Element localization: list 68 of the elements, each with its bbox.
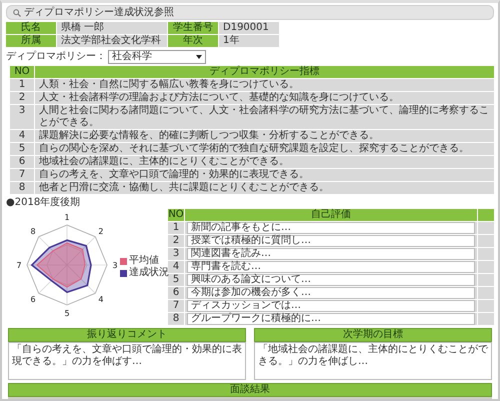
table-cell: 2 (168, 235, 184, 247)
table-cell: 7 (10, 169, 34, 181)
caret-icon (196, 55, 202, 59)
section-header: 振り返りコメント (8, 328, 246, 342)
table-cell: 自らの関心を深め、それに基づいて学術的で独自な研究課題を設定し、探究することができる。 (35, 143, 494, 155)
table-cell: 4 (168, 261, 184, 273)
select-label: ディプロマポリシー： (6, 51, 106, 63)
axis-label: 5 (64, 309, 70, 318)
field-label: 氏名 (6, 22, 56, 34)
axis-label: 3 (112, 261, 118, 270)
column-header (478, 209, 494, 221)
table-cell: 8 (10, 182, 34, 194)
table-cell: 4 (10, 130, 34, 142)
policy-select[interactable]: 社会科学 (108, 50, 206, 64)
table-cell: 地域社会の諸課題に、主体的にとりくむことができる。 (35, 156, 494, 168)
table-cell: 人間と社会に関わる諸問題について、人文・社会諸科学の研究方法に基づいて、論理的に考察することができる。 (35, 105, 494, 129)
axis-label: 7 (16, 261, 22, 270)
field-label: 年次 (168, 35, 218, 47)
column-header: 自己評価 (185, 209, 477, 221)
field-value: 1年 (219, 35, 279, 47)
legend-label: 平均値 (129, 255, 159, 266)
comment-field[interactable]: 「自らの考えを、文章や口頭で論理的・効果的に表現できる。」の力を伸ばす… (8, 342, 246, 380)
table-cell: 3 (168, 248, 184, 260)
table-cell: 1 (168, 222, 184, 234)
field-value: 法文学部社会文化学科 (57, 35, 167, 47)
column-header: NO (10, 66, 34, 78)
axis-label: 4 (98, 294, 104, 304)
field-label: 所属 (6, 35, 56, 47)
table-cell: 1 (10, 79, 34, 91)
column-header: NO (168, 209, 184, 221)
input-field[interactable]: 今期は参加の機会が多く… (187, 287, 475, 299)
section-header: 面談結果 (8, 383, 492, 397)
table-cell: 2 (10, 92, 34, 104)
section-header: 次学期の目標 (254, 328, 492, 342)
axis-label: 6 (30, 294, 36, 304)
comment-field[interactable]: 「地域社会の諸課題に、主体的にとりくむことができる。」の力を伸ばし… (254, 342, 492, 380)
legend-label: 達成状況 (129, 267, 169, 279)
input-field[interactable]: 興味のある論文について… (187, 274, 475, 286)
table-cell: 3 (10, 105, 34, 129)
table-cell: 6 (168, 287, 184, 299)
axis-label: 8 (30, 227, 36, 236)
field-value: D190001 (219, 22, 279, 34)
window-title: ディプロマポリシー達成状況参照 (24, 6, 174, 18)
term-label: ●2018年度後期 (6, 197, 82, 209)
table-cell: 5 (10, 143, 34, 155)
table-cell: 自らの考えを、文章や口頭で論理的・効果的に表現できる。 (35, 169, 494, 181)
input-field[interactable]: 専門書を読む… (187, 261, 475, 273)
axis-label: 2 (98, 227, 104, 236)
input-field[interactable]: グループワークに積極的に… (187, 313, 475, 325)
table-cell: 6 (10, 156, 34, 168)
table-cell: 人文・社会諸科学の理論および方法について、基礎的な知識を身につけている。 (35, 92, 494, 104)
achievement-area (30, 239, 92, 294)
table-cell: 他者と円滑に交流・協働し、共に課題にとりくむことができる。 (35, 182, 494, 194)
table-cell: 5 (168, 274, 184, 286)
table-cell: 課題解決に必要な情報を、的確に判断しつつ収集・分析することができる。 (35, 130, 494, 142)
field-label: 学生番号 (168, 22, 218, 34)
table-cell: 7 (168, 300, 184, 312)
input-field[interactable]: 新聞の記事をもとに… (187, 222, 475, 234)
axis-label: 1 (64, 213, 70, 222)
table-cell: 人類・社会・自然に関する幅広い教養を身につけている。 (35, 79, 494, 91)
input-field[interactable]: 授業では積極的に質問し… (187, 235, 475, 247)
search-icon (13, 8, 21, 16)
field-value: 県橋 一郎 (57, 22, 167, 34)
column-header: ディプロマポリシー指標 (35, 66, 494, 78)
input-field[interactable]: 関連図書を読み… (187, 248, 475, 260)
input-field[interactable]: ディスカッションでは… (187, 300, 475, 312)
table-cell: 8 (168, 313, 184, 325)
average-area (36, 242, 86, 288)
